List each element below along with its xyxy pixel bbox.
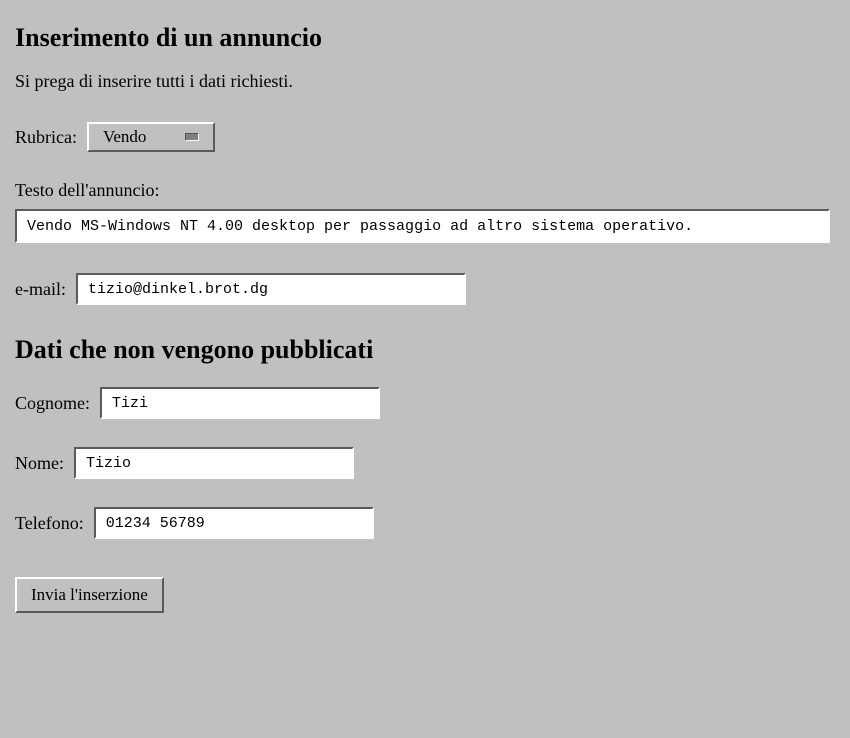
email-label: e-mail: — [15, 279, 66, 300]
telefono-input[interactable] — [94, 507, 374, 539]
telefono-label: Telefono: — [15, 513, 84, 534]
testo-label: Testo dell'annuncio: — [15, 180, 835, 201]
email-input[interactable] — [76, 273, 466, 305]
nome-label: Nome: — [15, 453, 64, 474]
rubrica-selected-value: Vendo — [103, 127, 146, 147]
submit-button[interactable]: Invia l'inserzione — [15, 577, 164, 613]
section-heading-private: Dati che non vengono pubblicati — [15, 335, 835, 365]
cognome-label: Cognome: — [15, 393, 90, 414]
cognome-input[interactable] — [100, 387, 380, 419]
rubrica-label: Rubrica: — [15, 127, 77, 148]
dropdown-indicator-icon — [185, 133, 199, 141]
page-title: Inserimento di un annuncio — [15, 23, 835, 53]
intro-text: Si prega di inserire tutti i dati richie… — [15, 71, 835, 92]
nome-input[interactable] — [74, 447, 354, 479]
rubrica-select[interactable]: Vendo — [87, 122, 215, 152]
testo-input[interactable] — [15, 209, 830, 243]
